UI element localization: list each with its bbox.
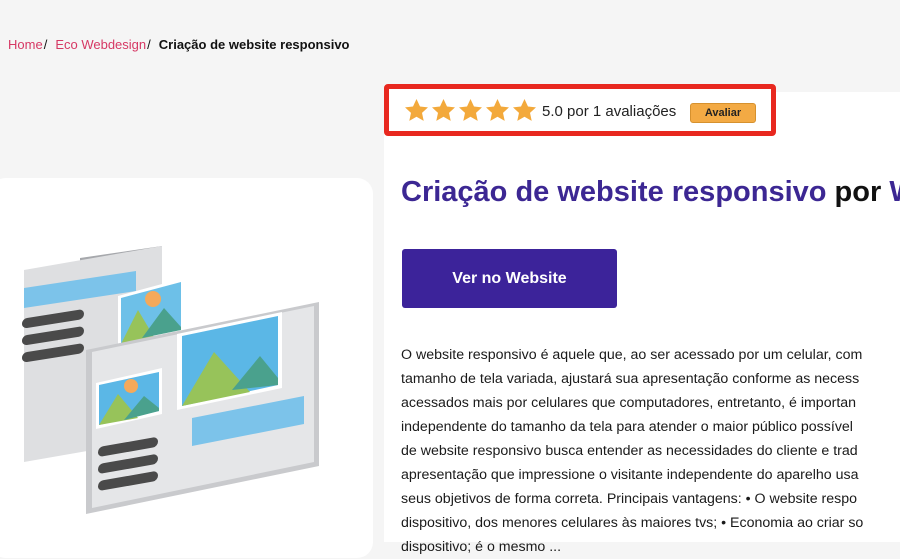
- responsive-devices-illustration: [22, 246, 319, 514]
- breadcrumb-current: Criação de website responsivo: [158, 37, 350, 52]
- breadcrumb-home-link[interactable]: Home: [8, 37, 43, 52]
- breadcrumb-separator: /: [147, 37, 151, 52]
- description-line: dispositivo, dos menores celulares às ma…: [401, 515, 864, 531]
- description-line: apresentação que impressione o visitante…: [401, 467, 859, 483]
- description-line: tamanho de tela variada, ajustará sua ap…: [401, 371, 860, 387]
- star-icon[interactable]: [511, 97, 538, 124]
- description-line: seus objetivos de forma correta. Princip…: [401, 491, 858, 507]
- breadcrumb-separator: /: [43, 37, 48, 52]
- description-line: acessados mais por celulares que computa…: [401, 395, 857, 411]
- breadcrumb: Home/Eco Webdesign/Criação de website re…: [8, 37, 350, 52]
- view-website-button[interactable]: Ver no Website: [402, 249, 617, 308]
- rate-button[interactable]: Avaliar: [690, 103, 756, 123]
- star-icon[interactable]: [457, 97, 484, 124]
- product-description: O website responsivo é aquele que, ao se…: [401, 343, 900, 559]
- product-title: Criação de website responsivo por We: [401, 176, 900, 209]
- description-line: de website responsivo busca entender as …: [401, 443, 858, 459]
- star-icon[interactable]: [403, 97, 430, 124]
- breadcrumb-category-link[interactable]: Eco Webdesign: [55, 37, 146, 52]
- description-line: independente do tamanho da tela para ate…: [401, 419, 853, 435]
- product-title-main: Criação de website responsivo: [401, 176, 827, 208]
- description-line: O website responsivo é aquele que, ao se…: [401, 347, 863, 363]
- rating-summary: 5.0 por 1 avaliações: [542, 103, 677, 120]
- product-vendor-link[interactable]: We: [889, 176, 900, 208]
- description-line: dispositivo; é o mesmo ...: [401, 539, 562, 555]
- star-icon[interactable]: [484, 97, 511, 124]
- product-title-por: por: [834, 176, 882, 208]
- rating-stars[interactable]: [403, 97, 538, 124]
- star-icon[interactable]: [430, 97, 457, 124]
